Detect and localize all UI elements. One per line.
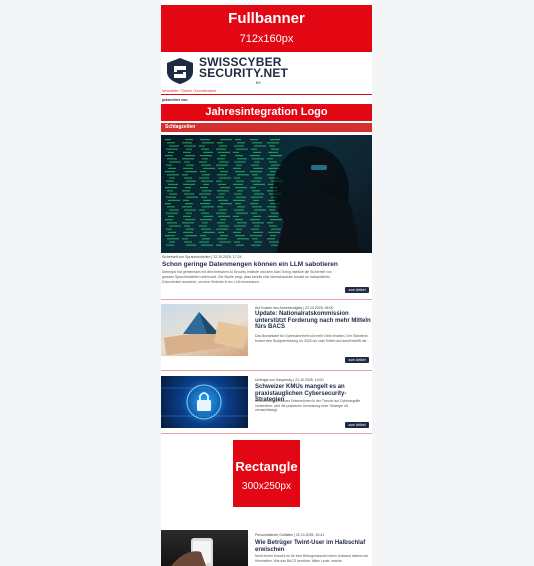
article-body: Das Bundesamt für Cybersicherheit soll m… <box>255 334 371 343</box>
article-thumbnail[interactable] <box>161 530 248 566</box>
hacker-image-icon <box>165 139 361 253</box>
logo-text: SWISSCYBER SECURITY.NET <box>199 56 289 80</box>
article-divider <box>161 370 372 371</box>
fullbanner-title: Fullbanner <box>228 10 305 27</box>
header-meta: Newsletter / Datum / Kurzübersicht <box>162 89 217 93</box>
article-meta: Umfrage von Kaspersky | 21.10.2025, 14:0… <box>255 378 324 382</box>
lead-meta: Sicherheit von Sprachmodellen | 22.10.20… <box>162 255 242 259</box>
article-read-button[interactable]: zum Artikel <box>345 422 369 428</box>
rectangle-title: Rectangle <box>235 459 298 474</box>
fullbanner-size: 712x160px <box>239 33 294 45</box>
jahresintegration-logo-ad[interactable]: Jahresintegration Logo <box>161 104 372 121</box>
section-label: Schlagzeilen <box>161 123 372 132</box>
article-divider <box>161 299 372 300</box>
shield-logo-icon <box>167 58 193 84</box>
lead-body: Anthropic hat gemeinsam mit dem britisch… <box>162 270 332 284</box>
jahres-title: Jahresintegration Logo <box>205 106 328 118</box>
article-thumbnail[interactable] <box>161 376 248 428</box>
article-meta: Auf Kosten des Armeebudgets | 22.10.2025… <box>255 306 334 310</box>
padlock-image-icon <box>161 384 248 420</box>
rectangle-size: 300x250px <box>242 481 291 492</box>
fullbanner-ad[interactable]: Fullbanner 712x160px <box>161 5 372 52</box>
lead-headline[interactable]: Schon geringe Datenmengen können ein LLM… <box>162 261 371 268</box>
article-meta: Personalisierte Gutfallen | 22.10.2025, … <box>255 533 325 537</box>
logo-by: BY <box>256 80 262 85</box>
banknote-image-icon <box>163 312 248 356</box>
phone-hand-image-icon <box>171 538 213 566</box>
article-body: Nicht immer braucht es für eine Betrugsm… <box>255 554 369 563</box>
article-divider <box>161 433 372 434</box>
article-read-button[interactable]: zum Artikel <box>345 357 369 363</box>
lead-read-button[interactable]: zum Artikel <box>345 287 369 293</box>
article-body: Obwohl sich Schweizer Unternehmen in der… <box>255 399 361 412</box>
article-headline[interactable]: Update: Nationalratskommission unterstüt… <box>255 311 371 331</box>
header-divider <box>161 94 372 95</box>
article-headline[interactable]: Wie Betrüger Twint-User im Halbschlaf er… <box>255 540 371 553</box>
lead-article-image[interactable] <box>161 135 372 253</box>
site-logo[interactable]: SWISSCYBER SECURITY.NET BY <box>161 56 372 90</box>
rectangle-ad[interactable]: Rectangle 300x250px <box>233 440 300 507</box>
logo-line2: SECURITY.NET <box>199 66 289 80</box>
article-thumbnail[interactable] <box>161 304 248 356</box>
presented-by: präsentiert von: <box>162 98 189 102</box>
